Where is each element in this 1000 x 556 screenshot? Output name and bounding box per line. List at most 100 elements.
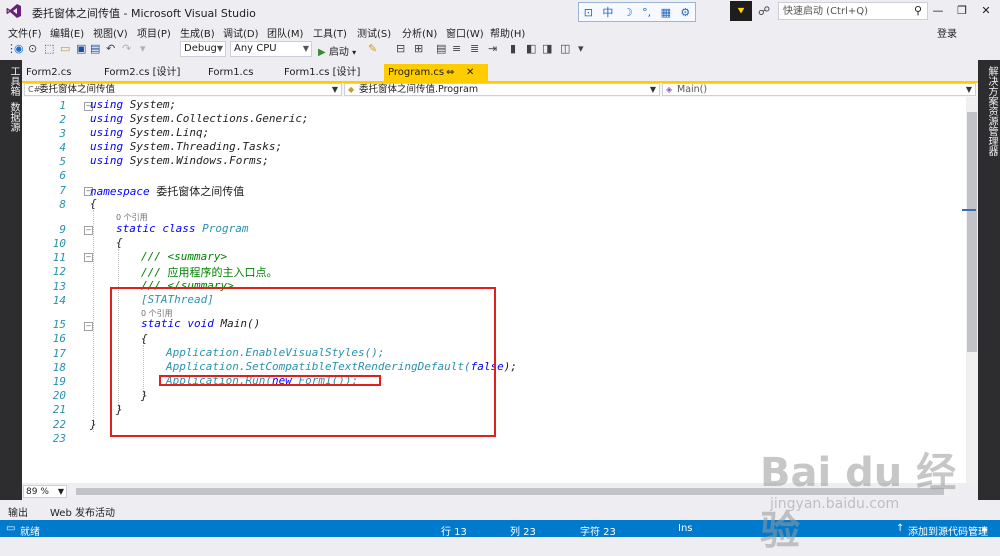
indent-icon[interactable]: ⇥ bbox=[488, 42, 497, 55]
notification-filter-icon[interactable]: ⯆ bbox=[730, 1, 752, 21]
menu-build[interactable]: 生成(B) bbox=[180, 25, 215, 40]
bookmark-icon[interactable]: ▮ bbox=[510, 42, 516, 55]
menu-tools[interactable]: 工具(T) bbox=[313, 25, 347, 40]
line-number: 23 bbox=[52, 432, 66, 445]
menu-edit[interactable]: 编辑(E) bbox=[50, 25, 84, 40]
tab-web-publish-activity[interactable]: Web 发布活动 bbox=[50, 504, 115, 519]
step-icon[interactable]: ⊟ bbox=[396, 42, 405, 55]
collapse-icon[interactable]: − bbox=[84, 226, 93, 235]
status-insert-mode: Ins bbox=[678, 523, 693, 534]
solution-configuration-dropdown[interactable]: Debug ▼ bbox=[180, 41, 226, 57]
clear-bookmarks-icon[interactable]: ◫ bbox=[560, 42, 570, 55]
tab-form1-designer[interactable]: Form1.cs [设计] bbox=[280, 64, 384, 81]
menu-analyze[interactable]: 分析(N) bbox=[402, 25, 437, 40]
menu-view[interactable]: 视图(V) bbox=[93, 25, 128, 40]
tab-form2-cs[interactable]: Form2.cs bbox=[22, 64, 100, 81]
back-icon[interactable]: ◉ bbox=[14, 42, 24, 55]
quick-launch-input[interactable]: 快速启动 (Ctrl+Q) bbox=[778, 2, 928, 20]
chevron-up-icon[interactable]: ▴ bbox=[982, 523, 987, 534]
undo-icon[interactable]: ↶ bbox=[106, 42, 115, 55]
data-sources-tab[interactable]: 数据源 bbox=[6, 102, 21, 132]
moon-icon[interactable]: ☽ bbox=[623, 6, 633, 19]
line-number: 22 bbox=[52, 418, 66, 431]
line-number: 3 bbox=[59, 127, 66, 140]
open-file-icon[interactable]: ▭ bbox=[60, 42, 70, 55]
sign-in-link[interactable]: 登录 bbox=[937, 25, 957, 40]
caret-position-marker bbox=[962, 209, 976, 211]
prev-bookmark-icon[interactable]: ◧ bbox=[526, 42, 536, 55]
comment-icon[interactable]: ≡ bbox=[452, 42, 461, 55]
window-title: 委托窗体之间传值 - Microsoft Visual Studio bbox=[32, 7, 256, 20]
status-line: 行 13 bbox=[441, 527, 467, 538]
menu-file[interactable]: 文件(F) bbox=[8, 25, 42, 40]
restore-button[interactable]: ❐ bbox=[950, 2, 974, 20]
class-dropdown[interactable]: ◆ 委托窗体之间传值.Program ▼ bbox=[344, 83, 660, 96]
tab-program-cs[interactable]: Program.cs ⇔ ✕ bbox=[384, 64, 488, 81]
search-icon[interactable]: ⚲ bbox=[914, 4, 922, 17]
redo-dropdown-icon[interactable]: ▾ bbox=[140, 42, 146, 55]
uncomment-icon[interactable]: ≣ bbox=[470, 42, 479, 55]
menu-help[interactable]: 帮助(H) bbox=[490, 25, 525, 40]
member-dropdown[interactable]: ◈ Main() ▼ bbox=[662, 83, 976, 96]
save-all-icon[interactable]: ▤ bbox=[90, 42, 100, 55]
new-project-icon[interactable]: ⬚ bbox=[44, 42, 54, 55]
line-number: 10 bbox=[52, 237, 66, 250]
zoom-dropdown[interactable]: 89 % ▼ bbox=[23, 485, 67, 498]
navigation-bar: C# 委托窗体之间传值 ▼ ◆ 委托窗体之间传值.Program ▼ ◈ Mai… bbox=[22, 83, 978, 97]
feedback-icon[interactable]: ☍ bbox=[758, 4, 770, 18]
browser-link-icon[interactable]: ✎ bbox=[368, 42, 377, 55]
right-tool-window-strip: 解决方案资源管理器 bbox=[978, 60, 1000, 520]
tab-output[interactable]: 输出 bbox=[8, 504, 28, 519]
menu-window[interactable]: 窗口(W) bbox=[446, 25, 484, 40]
menu-team[interactable]: 团队(M) bbox=[267, 25, 303, 40]
standard-toolbar: ⋮ ◉ ⊙ ⬚ ▭ ▣ ▤ ↶ ↷ ▾ Debug ▼ Any CPU ▼ ▶ 启动… bbox=[0, 40, 1000, 59]
vertical-scrollbar-thumb[interactable] bbox=[967, 112, 977, 352]
code-line-22: } bbox=[90, 418, 97, 431]
menu-debug[interactable]: 调试(D) bbox=[223, 25, 259, 40]
save-icon[interactable]: ▣ bbox=[76, 42, 86, 55]
status-column: 列 23 bbox=[510, 527, 536, 538]
next-bookmark-icon[interactable]: ◨ bbox=[542, 42, 552, 55]
doc-comment-prefix: /// bbox=[141, 266, 168, 279]
toolbar-options-icon[interactable]: ▾ bbox=[578, 42, 584, 55]
close-button[interactable]: ✕ bbox=[974, 2, 998, 20]
keyboard-icon[interactable]: ▦ bbox=[661, 6, 671, 19]
align-icon[interactable]: ▤ bbox=[436, 42, 446, 55]
tab-form2-designer[interactable]: Form2.cs [设计] bbox=[100, 64, 204, 81]
solution-platform-dropdown[interactable]: Any CPU ▼ bbox=[230, 41, 312, 57]
tab-form1-cs[interactable]: Form1.cs bbox=[204, 64, 280, 81]
chevron-down-icon: ▼ bbox=[965, 85, 972, 94]
ime-toolbar[interactable]: ⊡ 中 ☽ °, ▦ ⚙ bbox=[578, 2, 696, 22]
punctuation-icon[interactable]: °, bbox=[642, 6, 651, 19]
class-name: Program bbox=[202, 222, 249, 235]
minimize-button[interactable]: — bbox=[926, 2, 950, 20]
code-line-3: using System.Linq; bbox=[90, 126, 209, 139]
tab-label: Form2.cs bbox=[26, 67, 72, 78]
collapse-icon[interactable]: − bbox=[84, 253, 93, 262]
pin-icon[interactable]: ⇔ bbox=[446, 64, 454, 81]
tab-label: Form1.cs [设计] bbox=[284, 67, 361, 78]
toolbox-tab[interactable]: 工具箱 bbox=[6, 66, 21, 96]
project-dropdown[interactable]: C# 委托窗体之间传值 ▼ bbox=[24, 83, 342, 96]
tab-label: Form1.cs bbox=[208, 67, 254, 78]
indent-guide bbox=[93, 210, 94, 432]
ime-chinese-toggle[interactable]: 中 bbox=[602, 4, 613, 20]
code-line-2: using System.Collections.Generic; bbox=[90, 112, 309, 125]
code-line-10: { bbox=[116, 236, 123, 249]
ime-mode-icon[interactable]: ⊡ bbox=[584, 6, 593, 19]
close-tab-icon[interactable]: ✕ bbox=[466, 64, 474, 81]
redo-icon[interactable]: ↷ bbox=[122, 42, 131, 55]
keyword: using bbox=[90, 140, 124, 153]
menu-project[interactable]: 项目(P) bbox=[137, 25, 171, 40]
method-icon: ◈ bbox=[666, 85, 673, 94]
start-debugging-button[interactable]: ▶ 启动 ▾ bbox=[318, 43, 356, 58]
collapse-icon[interactable]: − bbox=[84, 322, 93, 331]
forward-icon[interactable]: ⊙ bbox=[28, 42, 37, 55]
using-target: System.Collections.Generic; bbox=[129, 112, 309, 125]
menu-test[interactable]: 测试(S) bbox=[357, 25, 391, 40]
settings-icon[interactable]: ⚙ bbox=[680, 6, 690, 19]
format-icon[interactable]: ⊞ bbox=[414, 42, 423, 55]
baidu-watermark: Bai du 经验 jingyan.baidu.com bbox=[760, 440, 980, 554]
solution-explorer-tab[interactable]: 解决方案资源管理器 bbox=[984, 66, 999, 156]
line-number: 21 bbox=[52, 403, 66, 416]
